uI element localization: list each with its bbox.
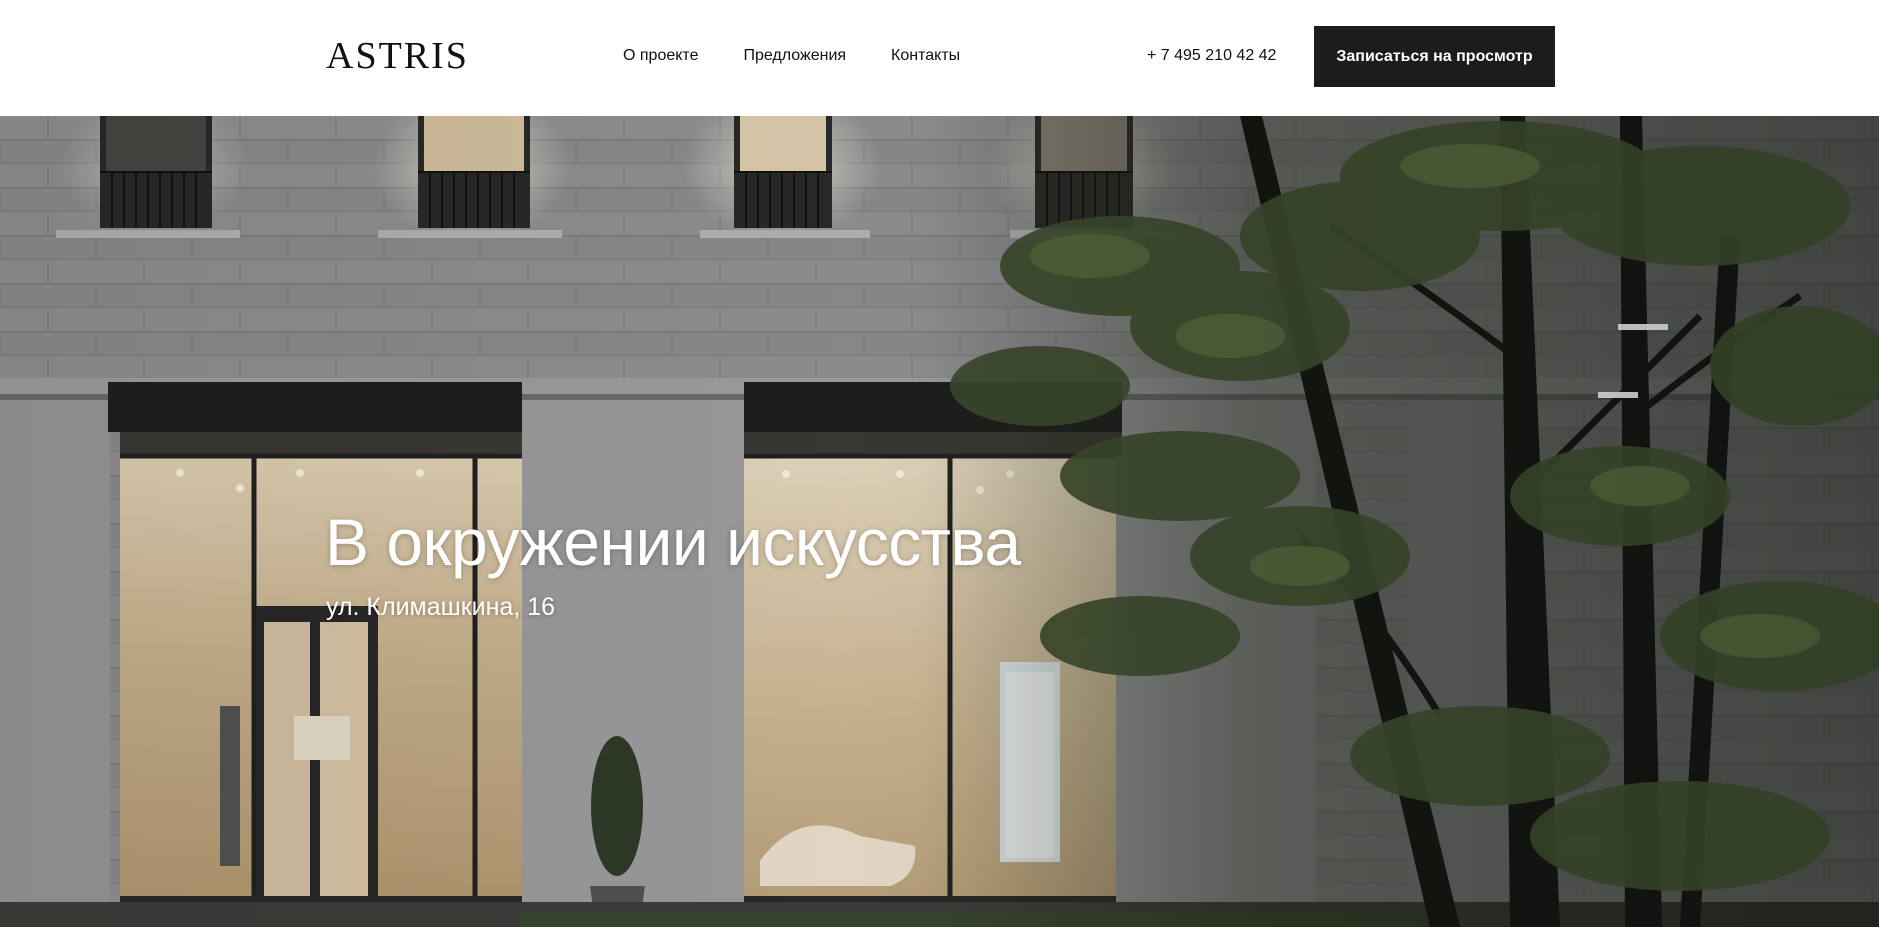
hero-address: ул. Климашкина, 16: [326, 593, 556, 621]
logo[interactable]: ASTRIS: [326, 32, 469, 80]
nav-link-offers[interactable]: Предложения: [743, 44, 846, 68]
book-viewing-button[interactable]: Записаться на просмотр: [1314, 26, 1555, 87]
main-nav: О проекте Предложения Контакты: [623, 44, 960, 68]
nav-link-contacts[interactable]: Контакты: [891, 44, 960, 68]
nav-link-about[interactable]: О проекте: [623, 44, 698, 68]
site-header: ASTRIS О проекте Предложения Контакты + …: [0, 0, 1879, 116]
phone-link[interactable]: + 7 495 210 42 42: [1147, 44, 1276, 68]
hero-section: В окружении искусства ул. Климашкина, 16: [0, 116, 1879, 927]
hero-title: В окружении искусства: [325, 505, 1021, 579]
